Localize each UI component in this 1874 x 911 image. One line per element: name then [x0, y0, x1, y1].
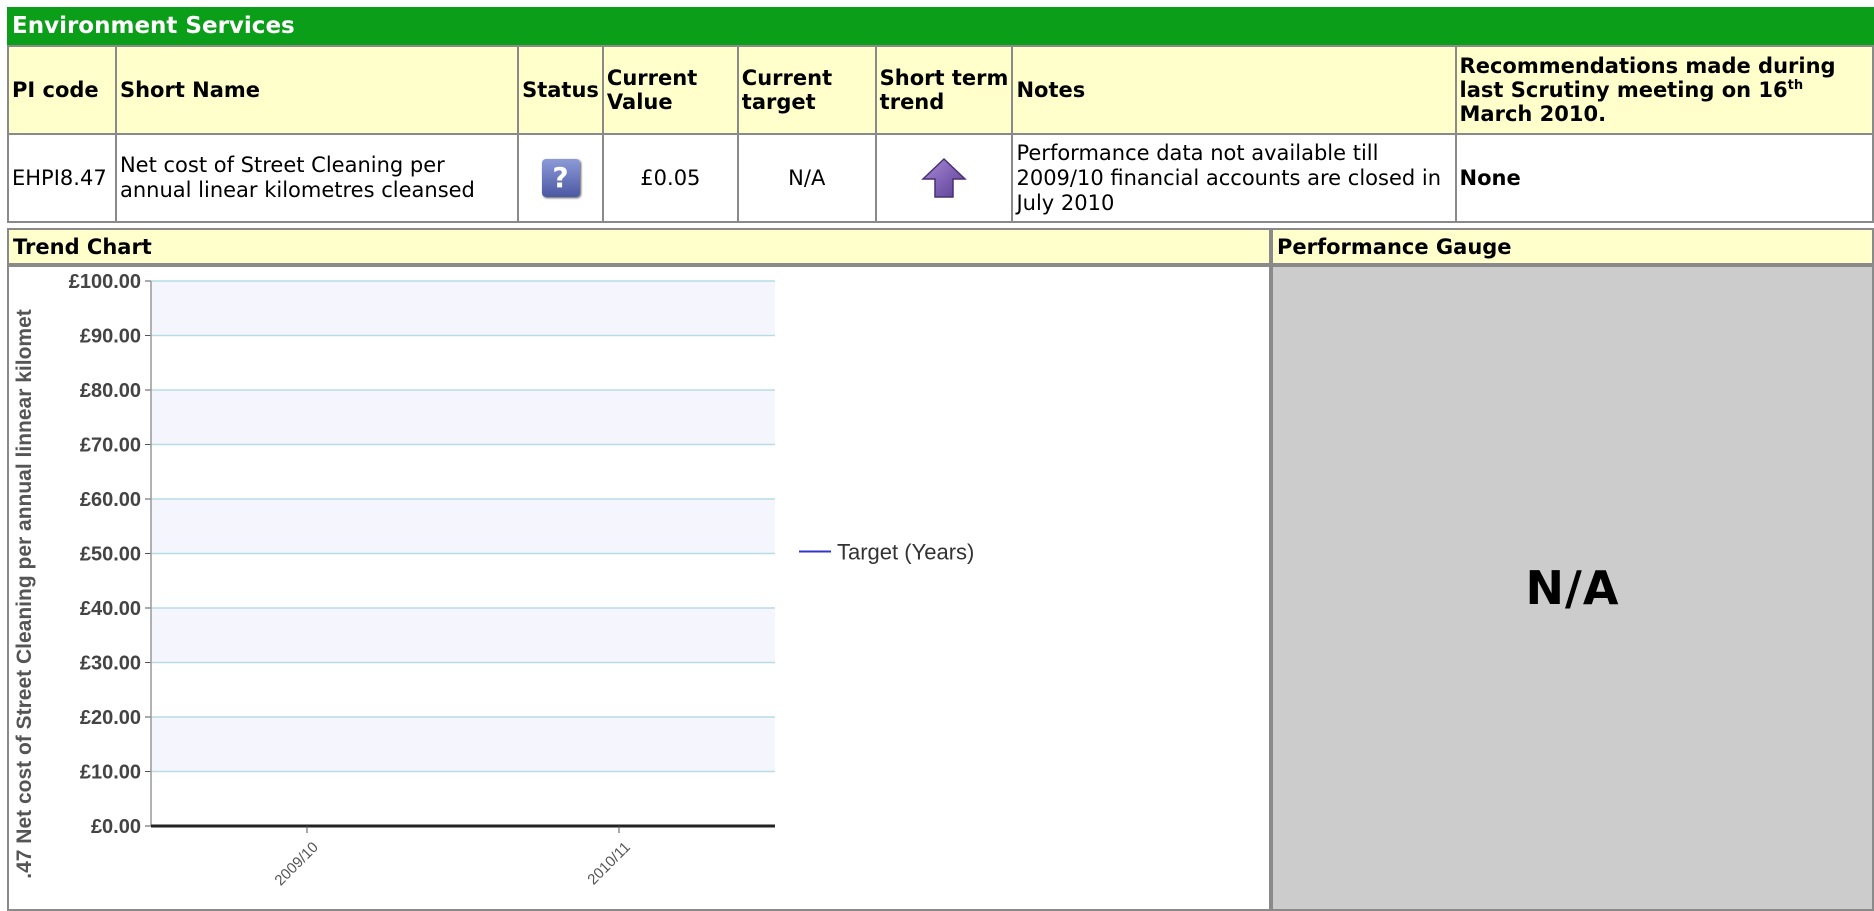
y-tick-label: £60.00 [80, 489, 141, 511]
pi-code-cell: EHPI8.47 [7, 133, 117, 223]
trend-chart-svg: £0.00 £10.00 £20.00 £30.00 £40.00 £50.00 £60.0… [13, 271, 974, 889]
trend-cell [874, 133, 1014, 223]
y-axis-label: .47 Net cost of Street Cleaning per annu… [13, 309, 36, 878]
table-header-row: PI code Short Name Status Current Value … [7, 45, 1874, 135]
col-status: Status [517, 45, 604, 135]
grid-band [151, 390, 775, 445]
y-tick-label: £50.00 [80, 544, 141, 566]
recommendations-header-tail: March 2010. [1459, 102, 1607, 126]
current-target-cell: N/A [736, 133, 877, 223]
col-current-value: Current Value [601, 45, 739, 135]
pi-table: PI code Short Name Status Current Value … [7, 45, 1874, 223]
performance-gauge-header: Performance Gauge [1271, 228, 1874, 265]
section-title: Environment Services [7, 7, 1874, 45]
legend-label: Target (Years) [837, 540, 974, 565]
col-short-name: Short Name [114, 45, 520, 135]
grid-band [151, 499, 775, 554]
trend-chart: £0.00 £10.00 £20.00 £30.00 £40.00 £50.00 £60.0… [7, 265, 1271, 911]
recommendations-header-text: Recommendations made during last Scrutin… [1459, 54, 1836, 102]
col-short-term-trend: Short term trend [874, 45, 1014, 135]
recommendations-header-sup: th [1787, 78, 1804, 93]
y-tick-label: £70.00 [80, 435, 141, 457]
y-tick-label: £20.00 [80, 707, 141, 729]
status-cell: ? [517, 133, 604, 223]
y-tick-label: £80.00 [80, 380, 141, 402]
y-tick-label: £90.00 [80, 326, 141, 348]
y-tick-label: £10.00 [80, 762, 141, 784]
grid-band [151, 281, 775, 336]
question-icon[interactable]: ? [541, 159, 580, 197]
x-tick-label: 2009/10 [271, 839, 321, 889]
y-tick-label: £30.00 [80, 653, 141, 675]
y-tick-label: £40.00 [80, 598, 141, 620]
performance-gauge: N/A [1271, 265, 1874, 911]
pi-report: Environment Services PI code Short Name … [7, 7, 1874, 911]
grid-band [151, 717, 775, 772]
col-current-target: Current target [736, 45, 877, 135]
x-tick-label: 2010/11 [584, 839, 634, 889]
table-row: EHPI8.47 Net cost of Street Cleaning per… [7, 133, 1874, 223]
y-tick-label: £0.00 [91, 816, 141, 838]
col-recommendations: Recommendations made during last Scrutin… [1454, 45, 1874, 135]
up-arrow-icon [921, 157, 967, 198]
col-pi-code: PI code [7, 45, 117, 135]
gauge-value: N/A [1525, 561, 1620, 615]
trend-chart-header: Trend Chart [7, 228, 1271, 265]
notes-cell: Performance data not available till 2009… [1011, 133, 1457, 223]
grid-band [151, 608, 775, 663]
col-notes: Notes [1011, 45, 1457, 135]
short-name-cell: Net cost of Street Cleaning per annual l… [114, 133, 520, 223]
recommendations-cell: None [1454, 133, 1874, 223]
current-value-cell: £0.05 [601, 133, 739, 223]
y-tick-label: £100.00 [69, 271, 141, 293]
